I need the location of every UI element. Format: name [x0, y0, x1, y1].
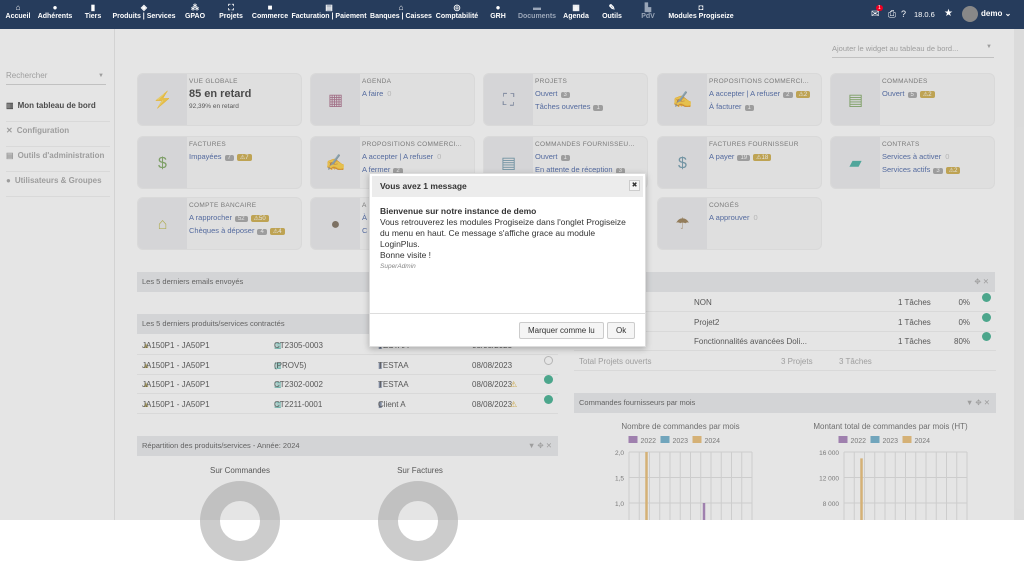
- nav-item-grh[interactable]: ● GRH: [490, 3, 506, 20]
- nav-item-label: Documents: [517, 13, 557, 20]
- nav-item-label: PdV: [641, 13, 655, 20]
- nav-item-label: Adhérents: [37, 13, 73, 20]
- nav-item-produits-services[interactable]: ◈ Produits | Services: [112, 3, 175, 20]
- nav-item-banques-caisses[interactable]: ⌂ Banques | Caisses: [370, 3, 432, 20]
- nav-item-label: Tiers: [84, 13, 102, 20]
- mail-count-badge: 1: [876, 5, 883, 11]
- bookmark-star-icon[interactable]: ★: [944, 8, 953, 19]
- search-dollar-icon: ◎: [453, 3, 461, 12]
- username: demo: [981, 9, 1003, 18]
- nav-item-facturation-paiement[interactable]: ▤ Facturation | Paiement: [291, 3, 366, 20]
- nav-item-label: GRH: [490, 13, 506, 20]
- invoice-icon: ▤: [325, 3, 333, 12]
- calendar-icon: ▦: [572, 3, 580, 12]
- mail-icon[interactable]: ✉ 1: [871, 5, 883, 20]
- close-icon[interactable]: ✖: [629, 180, 640, 191]
- nav-item-gpao[interactable]: ⁂ GPAO: [185, 3, 205, 20]
- top-menu-bar: ⌂ Accueil ● Adhérents ▮ Tiers ◈ Produits | Serv…: [0, 0, 1024, 29]
- nav-item-pdv[interactable]: ▙ PdV: [641, 3, 655, 20]
- cube-icon: ◈: [140, 3, 148, 12]
- nav-item-label: Banques | Caisses: [370, 13, 432, 20]
- nav-item-accueil[interactable]: ⌂ Accueil: [6, 3, 31, 20]
- dialog-title: Vous avez 1 message: [372, 176, 643, 197]
- puzzle-icon: ◘: [698, 3, 704, 12]
- cubes-icon: ⁂: [190, 3, 199, 12]
- message-heading: Bienvenue sur notre instance de demo: [380, 206, 537, 216]
- message-author: SuperAdmin: [380, 263, 416, 270]
- user-icon: ●: [52, 3, 58, 12]
- home-icon: ⌂: [15, 3, 21, 12]
- nav-item-label: Outils: [602, 13, 622, 20]
- message-body: Vous retrouverez les modules Progiseize …: [380, 217, 626, 249]
- nav-item-label: Facturation | Paiement: [291, 13, 367, 20]
- building-icon: ▮: [90, 3, 96, 12]
- suitcase-icon: ■: [267, 3, 273, 12]
- nav-item-label: Produits | Services: [112, 13, 176, 20]
- user-menu[interactable]: demo ⌄: [981, 9, 1011, 18]
- folder-icon: ▬: [533, 3, 541, 12]
- message-closing: Bonne visite !: [380, 250, 432, 260]
- nav-item-outils[interactable]: ✎ Outils: [602, 3, 622, 20]
- nav-item-tiers[interactable]: ▮ Tiers: [85, 3, 102, 20]
- ok-button[interactable]: Ok: [607, 322, 636, 339]
- help-icon[interactable]: ?: [901, 9, 906, 19]
- nav-item-projets[interactable]: ⛶ Projets: [219, 3, 243, 20]
- message-dialog: Vous avez 1 message ✖ Bienvenue sur notr…: [369, 173, 646, 347]
- wrench-icon: ✎: [608, 3, 616, 12]
- avatar[interactable]: [962, 6, 978, 22]
- version-label: 18.0.6: [914, 10, 935, 19]
- user-tie-icon: ●: [495, 3, 501, 12]
- nav-item-documents[interactable]: ▬ Documents: [518, 3, 556, 20]
- nav-item-comptabilit-[interactable]: ◎ Comptabilité: [436, 3, 478, 20]
- nav-item-label: Comptabilité: [435, 13, 479, 20]
- nav-item-commerce[interactable]: ■ Commerce: [252, 3, 288, 20]
- nav-item-label: Accueil: [5, 13, 31, 20]
- nav-item-modules-progiseize[interactable]: ◘ Modules Progiseize: [668, 3, 733, 20]
- nav-item-agenda[interactable]: ▦ Agenda: [563, 3, 589, 20]
- bank-icon: ⌂: [398, 3, 404, 12]
- nav-item-label: Commerce: [251, 13, 289, 20]
- nav-item-label: GPAO: [184, 13, 206, 20]
- nav-item-label: Projets: [219, 13, 243, 20]
- mark-as-read-button[interactable]: Marquer comme lu: [519, 322, 604, 339]
- nav-item-label: Modules Progiseize: [668, 13, 734, 20]
- cash-register-icon: ▙: [644, 3, 652, 12]
- sitemap-icon: ⛶: [228, 3, 234, 12]
- print-icon[interactable]: ⎙: [888, 9, 896, 20]
- nav-item-adh-rents[interactable]: ● Adhérents: [38, 3, 73, 20]
- nav-item-label: Agenda: [563, 13, 589, 20]
